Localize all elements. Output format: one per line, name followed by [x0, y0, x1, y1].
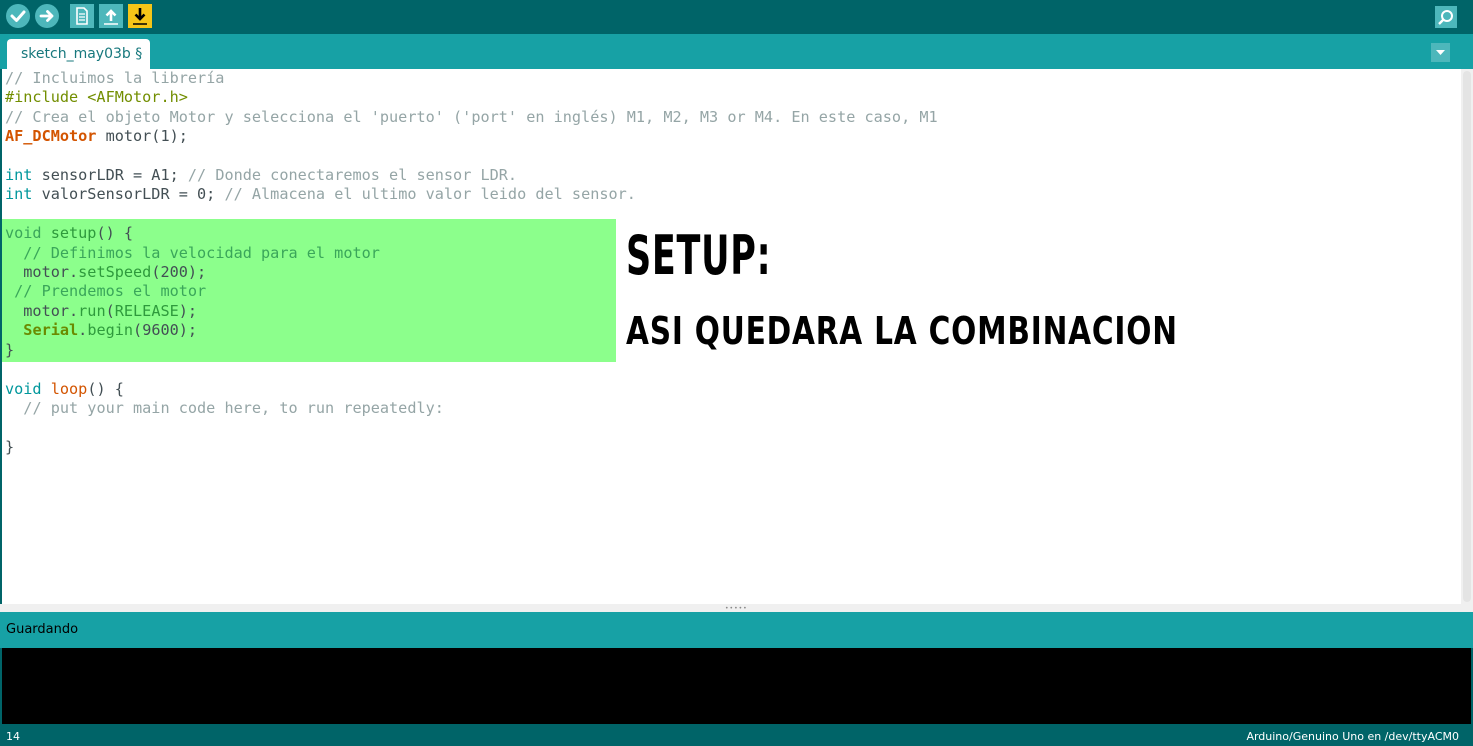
serial-monitor-button[interactable] [1435, 6, 1457, 28]
board-info: Arduino/Genuino Uno en /dev/ttyACM0 [1246, 730, 1459, 743]
console-output[interactable] [2, 648, 1471, 724]
code-line: // put your main code here, to run repea… [23, 398, 444, 417]
open-sketch-button[interactable] [99, 4, 123, 28]
code-line: AF_DCMotor motor(1); [5, 127, 188, 146]
arrow-up-icon [104, 9, 118, 25]
code-line: Serial.begin(9600); [23, 321, 198, 340]
chevron-down-icon [1436, 50, 1445, 55]
line-number: 14 [6, 730, 20, 743]
scrollbar-thumb[interactable] [1463, 71, 1471, 602]
magnifier-icon [1438, 10, 1453, 25]
tab-sketch[interactable]: sketch_may03b § [7, 39, 151, 69]
checkmark-icon [10, 10, 26, 22]
footer-bar: 14 Arduino/Genuino Uno en /dev/ttyACM0 [0, 724, 1473, 746]
code-line: int valorSensorLDR = 0; // Almacena el u… [5, 185, 636, 204]
code-line: motor.setSpeed(200); [5, 263, 207, 282]
toolbar [0, 0, 1473, 34]
status-message: Guardando [6, 622, 79, 637]
code-text: // Incluimos la librería #include <AFMot… [5, 69, 938, 457]
tab-bar: sketch_may03b § [0, 34, 1473, 69]
code-line: void loop() { [5, 379, 124, 398]
annotation-subtitle: ASI QUEDARA LA COMBINACION [626, 309, 1178, 353]
document-icon [76, 7, 88, 25]
verify-button[interactable] [6, 4, 30, 28]
code-line: #include <AFMotor.h> [5, 88, 188, 107]
editor-scrollbar[interactable] [1461, 69, 1473, 604]
arrow-down-icon [133, 8, 147, 25]
code-line: } [5, 340, 15, 359]
annotation-title: SETUP: [626, 224, 772, 287]
upload-button[interactable] [35, 4, 59, 28]
code-line: } [5, 437, 15, 456]
new-sketch-button[interactable] [70, 4, 94, 28]
code-line: // Incluimos la librería [5, 69, 225, 87]
arrow-right-icon [39, 10, 54, 22]
status-bar: Guardando [0, 612, 1473, 648]
code-line: int sensorLDR = A1; // Donde conectaremo… [5, 166, 518, 185]
tab-menu-button[interactable] [1431, 43, 1450, 62]
code-line: // Prendemos el motor [14, 282, 207, 301]
save-sketch-button[interactable] [128, 4, 152, 28]
code-line: void setup() { [5, 224, 134, 243]
code-line: motor.run(RELEASE); [5, 301, 198, 320]
code-line: // Crea el objeto Motor y selecciona el … [5, 107, 938, 126]
code-line: // Definimos la velocidad para el motor [23, 243, 380, 262]
